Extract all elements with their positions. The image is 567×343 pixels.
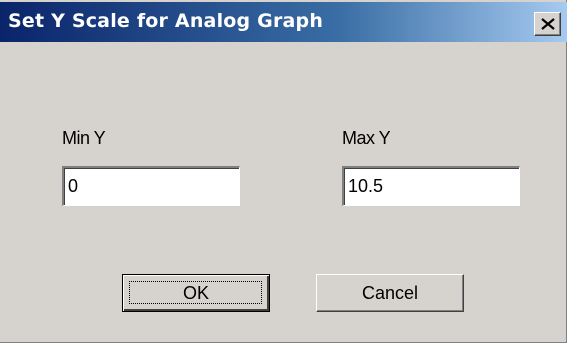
ok-button[interactable]: OK	[122, 274, 270, 312]
dialog-title: Set Y Scale for Analog Graph	[8, 10, 324, 32]
set-y-scale-dialog: Set Y Scale for Analog Graph Min Y Max Y…	[0, 0, 567, 343]
close-icon	[541, 18, 555, 30]
max-y-label: Max Y	[342, 128, 391, 148]
cancel-button[interactable]: Cancel	[316, 274, 464, 312]
close-button[interactable]	[534, 12, 561, 36]
min-y-label: Min Y	[62, 128, 106, 148]
max-y-input[interactable]	[342, 166, 520, 206]
ok-button-label: OK	[182, 283, 209, 303]
title-bar[interactable]: Set Y Scale for Analog Graph	[0, 2, 567, 42]
cancel-button-label: Cancel	[361, 283, 419, 303]
min-y-input[interactable]	[62, 166, 240, 206]
